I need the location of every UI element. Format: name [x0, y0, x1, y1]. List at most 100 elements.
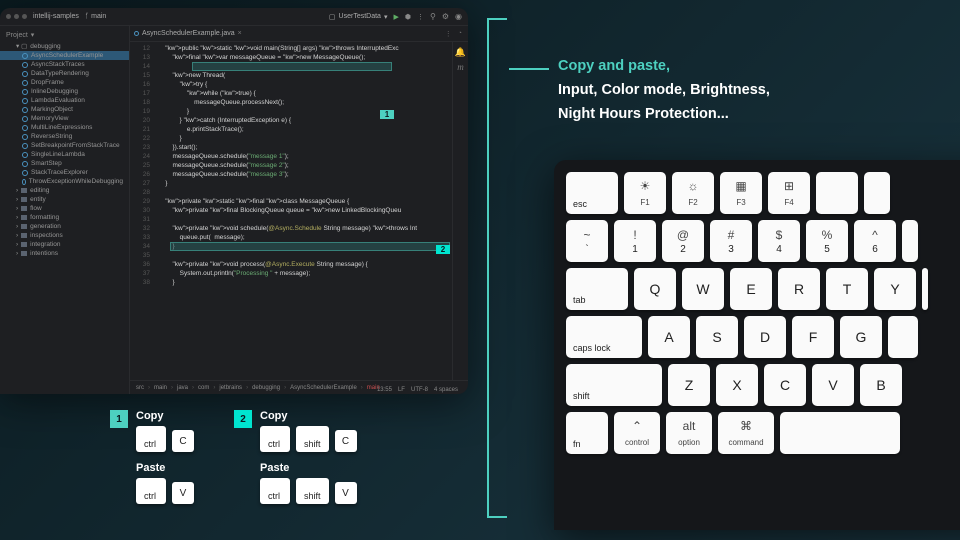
tree-item[interactable]: SetBreakpointFromStackTrace — [0, 141, 129, 150]
keyboard-key[interactable]: Y — [874, 268, 916, 310]
tree-item[interactable]: SmartStep — [0, 159, 129, 168]
editor-right-gutter: 🔔 m — [452, 42, 468, 380]
bell-icon[interactable]: ⋮ — [445, 30, 452, 38]
run-config[interactable]: ▢ UserTestData ▾ — [329, 13, 388, 21]
tree-folder[interactable]: › editing — [0, 186, 129, 195]
editor-tabs: AsyncSchedulerExample.java× ⋮ ◔ — [130, 26, 468, 42]
key-shift: shift — [296, 478, 329, 504]
titlebar: intellij-samples ᚶ main ▢ UserTestData ▾… — [0, 8, 468, 26]
keyboard-key[interactable]: G — [840, 316, 882, 358]
keyboard-key[interactable]: %5 — [806, 220, 848, 262]
key-C: C — [335, 430, 357, 452]
notif-icon[interactable]: ◔ — [458, 30, 462, 38]
key-ctrl: ctrl — [136, 478, 166, 504]
search-icon[interactable]: ⚲ — [430, 12, 436, 21]
copy-label: Copy — [260, 410, 357, 422]
keyboard-key[interactable]: A — [648, 316, 690, 358]
tree-folder[interactable]: › integration — [0, 240, 129, 249]
keyboard-key[interactable]: fn — [566, 412, 608, 454]
user-icon[interactable]: ◉ — [455, 12, 462, 21]
headline: Copy and paste, Input, Color mode, Brigh… — [558, 54, 770, 126]
keyboard-key[interactable]: E — [730, 268, 772, 310]
keyboard-key[interactable]: C — [764, 364, 806, 406]
settings-icon[interactable]: ⚙ — [442, 12, 449, 21]
keyboard-key[interactable]: W — [682, 268, 724, 310]
keyboard-key[interactable]: ▦F3 — [720, 172, 762, 214]
keyboard-key[interactable]: altoption — [666, 412, 712, 454]
key-ctrl: ctrl — [260, 426, 290, 452]
file-tab[interactable]: AsyncSchedulerExample.java× — [134, 30, 242, 37]
shortcuts-panel: 1 Copy ctrlC Paste ctrlV 2 Copy ctrlshif… — [110, 410, 357, 504]
keyboard-key[interactable]: Q — [634, 268, 676, 310]
tree-item[interactable]: LambdaEvaluation — [0, 96, 129, 105]
keyboard-key[interactable]: ⊞F4 — [768, 172, 810, 214]
keyboard-key[interactable] — [864, 172, 890, 214]
keyboard-key[interactable] — [888, 316, 918, 358]
window-controls[interactable] — [6, 14, 27, 19]
tree-item[interactable]: DropFrame — [0, 78, 129, 87]
tree-item[interactable]: ThrowExceptionWhileDebugging — [0, 177, 129, 186]
keyboard-key[interactable] — [780, 412, 900, 454]
keyboard-key[interactable]: V — [812, 364, 854, 406]
keyboard-key[interactable]: $4 — [758, 220, 800, 262]
tree-folder[interactable]: ▾ ▢ debugging — [0, 41, 129, 51]
ide-window: intellij-samples ᚶ main ▢ UserTestData ▾… — [0, 8, 468, 394]
bell-icon[interactable]: 🔔 — [455, 48, 466, 57]
keyboard-key[interactable]: esc — [566, 172, 618, 214]
tree-folder[interactable]: › formatting — [0, 213, 129, 222]
tree-item[interactable]: StackTraceExplorer — [0, 168, 129, 177]
callout-badge-2: 2 — [436, 245, 450, 254]
callout-badge-1: 1 — [380, 110, 394, 119]
keyboard-key[interactable] — [902, 220, 918, 262]
project-name[interactable]: intellij-samples — [33, 13, 79, 20]
keyboard-key[interactable]: S — [696, 316, 738, 358]
keyboard-key[interactable]: ⌘command — [718, 412, 774, 454]
tree-folder[interactable]: › entity — [0, 195, 129, 204]
keyboard-key[interactable]: Z — [668, 364, 710, 406]
tree-item[interactable]: MarkingObject — [0, 105, 129, 114]
keyboard-key[interactable] — [816, 172, 858, 214]
ai-icon[interactable]: m — [457, 63, 464, 72]
status-bar: 13:55LFUTF-84 spaces — [377, 387, 458, 393]
keyboard-key[interactable]: ☀F1 — [624, 172, 666, 214]
code-editor[interactable]: 1213141516171819202122232425262728293031… — [130, 42, 468, 380]
keyboard-key[interactable]: T — [826, 268, 868, 310]
keyboard-key[interactable]: !1 — [614, 220, 656, 262]
project-panel-header[interactable]: Project ▾ — [0, 29, 129, 41]
tree-item[interactable]: MultiLineExpressions — [0, 123, 129, 132]
keyboard-key[interactable]: D — [744, 316, 786, 358]
keyboard-key[interactable]: X — [716, 364, 758, 406]
tree-item[interactable]: InlineDebugging — [0, 87, 129, 96]
keyboard-key[interactable]: ☼F2 — [672, 172, 714, 214]
tree-item[interactable]: AsyncSchedulerExample — [0, 51, 129, 60]
run-icon[interactable]: ▶ — [393, 13, 398, 21]
keyboard-key[interactable]: ~` — [566, 220, 608, 262]
more-icon[interactable]: ⋮ — [417, 13, 424, 21]
keyboard-key[interactable]: caps lock — [566, 316, 642, 358]
keyboard-key[interactable]: R — [778, 268, 820, 310]
tree-item[interactable]: DataTypeRendering — [0, 69, 129, 78]
keyboard-key[interactable]: ^6 — [854, 220, 896, 262]
keyboard-key[interactable]: ⌃control — [614, 412, 660, 454]
tree-item[interactable]: ReverseString — [0, 132, 129, 141]
tree-folder[interactable]: › inspections — [0, 231, 129, 240]
tree-item[interactable]: MemoryView — [0, 114, 129, 123]
close-icon[interactable]: × — [238, 30, 242, 37]
tree-folder[interactable]: › flow — [0, 204, 129, 213]
tree-folder[interactable]: › intentions — [0, 249, 129, 258]
keyboard-key[interactable] — [922, 268, 928, 310]
tree-folder[interactable]: › generation — [0, 222, 129, 231]
debug-icon[interactable]: ⬢ — [405, 13, 411, 21]
keyboard-key[interactable]: tab — [566, 268, 628, 310]
keyboard-key[interactable]: F — [792, 316, 834, 358]
shortcut-badge-1: 1 — [110, 410, 128, 428]
keyboard-key[interactable]: shift — [566, 364, 662, 406]
keyboard: esc☀F1☼F2▦F3⊞F4 ~`!1@2#3$4%5^6 tabQWERTYca… — [554, 160, 960, 530]
keyboard-key[interactable]: @2 — [662, 220, 704, 262]
keyboard-key[interactable]: #3 — [710, 220, 752, 262]
tree-item[interactable]: AsyncStackTraces — [0, 60, 129, 69]
keyboard-key[interactable]: B — [860, 364, 902, 406]
project-sidebar: Project ▾ ▾ ▢ debugging AsyncSchedulerEx… — [0, 26, 130, 394]
git-branch[interactable]: ᚶ main — [85, 13, 106, 20]
tree-item[interactable]: SingleLineLambda — [0, 150, 129, 159]
